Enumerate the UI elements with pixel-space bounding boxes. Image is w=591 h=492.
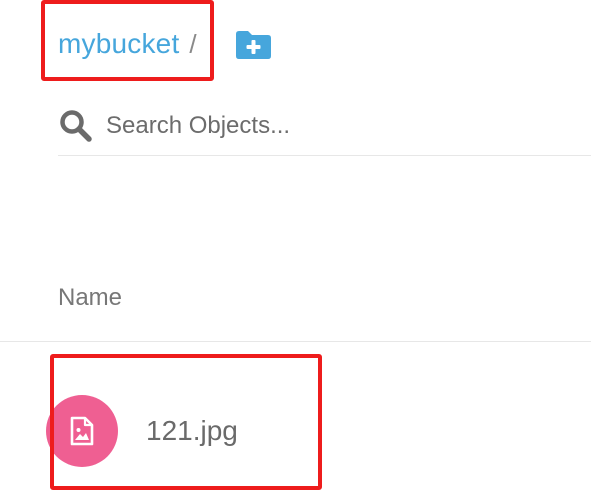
search-bar	[58, 96, 591, 156]
object-browser-page: mybucket / Name 121.jpg	[0, 0, 591, 492]
file-name[interactable]: 121.jpg	[146, 415, 238, 447]
breadcrumb: mybucket /	[58, 22, 197, 66]
bucket-breadcrumb-link[interactable]: mybucket	[58, 28, 179, 60]
search-input[interactable]	[106, 111, 546, 140]
search-icon	[60, 109, 92, 142]
header-divider	[0, 341, 591, 342]
table-row[interactable]: 121.jpg	[46, 395, 591, 469]
file-type-avatar	[46, 395, 118, 467]
image-file-icon	[70, 416, 94, 446]
breadcrumb-separator: /	[189, 28, 197, 59]
column-header-name[interactable]: Name	[58, 284, 122, 312]
create-folder-button[interactable]	[233, 29, 273, 60]
folder-plus-icon	[236, 31, 271, 59]
